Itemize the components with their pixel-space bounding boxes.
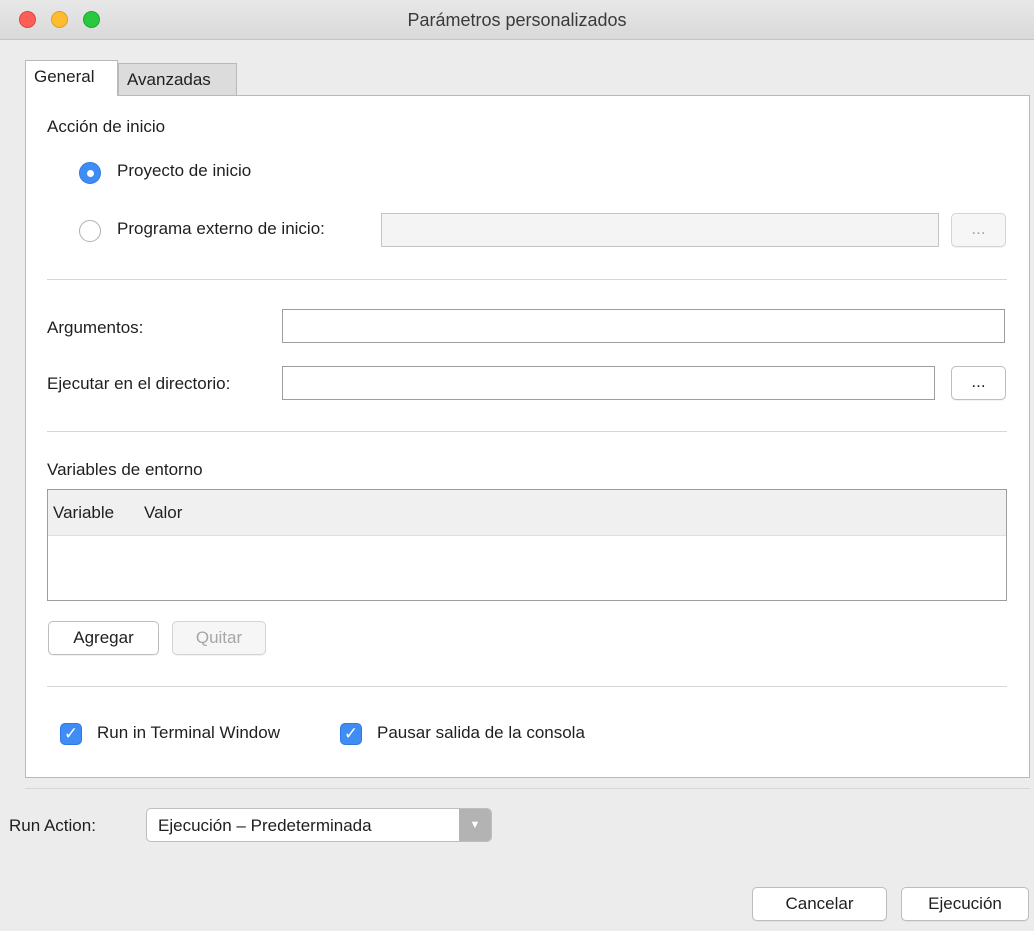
arguments-input[interactable] bbox=[282, 309, 1005, 343]
tab-general[interactable]: General bbox=[25, 60, 118, 96]
title-bar: Parámetros personalizados bbox=[0, 0, 1034, 40]
env-variables-heading: Variables de entorno bbox=[47, 460, 203, 479]
pause-output-checkbox[interactable]: ✓ bbox=[340, 723, 362, 745]
external-program-field[interactable] bbox=[381, 213, 939, 247]
start-action-heading: Acción de inicio bbox=[47, 117, 166, 136]
section-divider bbox=[47, 431, 1007, 432]
run-in-terminal-checkbox[interactable]: ✓ bbox=[60, 723, 82, 745]
run-directory-label: Ejecutar en el directorio: bbox=[47, 374, 231, 393]
tab-avanzadas[interactable]: Avanzadas bbox=[118, 63, 237, 96]
external-program-label[interactable]: Programa externo de inicio: bbox=[117, 219, 325, 239]
start-project-radio[interactable] bbox=[79, 162, 101, 184]
start-project-label[interactable]: Proyecto de inicio bbox=[117, 161, 251, 181]
env-column-variable[interactable]: Variable bbox=[53, 503, 114, 523]
chevron-down-icon: ▼ bbox=[459, 809, 491, 841]
env-table-header: Variable Valor bbox=[48, 490, 1006, 536]
external-program-browse-button[interactable]: ... bbox=[951, 213, 1006, 247]
run-action-select[interactable]: Ejecución – Predeterminada ▼ bbox=[146, 808, 492, 842]
run-action-label: Run Action: bbox=[9, 816, 96, 835]
run-action-value: Ejecución – Predeterminada bbox=[158, 816, 372, 835]
section-divider bbox=[47, 686, 1007, 687]
run-in-terminal-label[interactable]: Run in Terminal Window bbox=[97, 723, 280, 743]
add-variable-button[interactable]: Agregar bbox=[48, 621, 159, 655]
run-button[interactable]: Ejecución bbox=[901, 887, 1029, 921]
cancel-button[interactable]: Cancelar bbox=[752, 887, 887, 921]
pause-output-label[interactable]: Pausar salida de la consola bbox=[377, 723, 585, 743]
env-column-value[interactable]: Valor bbox=[144, 503, 182, 523]
general-tab-panel: Acción de inicio Proyecto de inicio Prog… bbox=[25, 95, 1030, 778]
env-variables-table[interactable]: Variable Valor bbox=[47, 489, 1007, 601]
arguments-label: Argumentos: bbox=[47, 318, 144, 337]
remove-variable-button[interactable]: Quitar bbox=[172, 621, 266, 655]
run-directory-input[interactable] bbox=[282, 366, 935, 400]
window-title: Parámetros personalizados bbox=[407, 10, 627, 30]
footer-divider bbox=[25, 788, 1030, 789]
external-program-radio[interactable] bbox=[79, 220, 101, 242]
run-directory-browse-button[interactable]: ... bbox=[951, 366, 1006, 400]
section-divider bbox=[47, 279, 1007, 280]
